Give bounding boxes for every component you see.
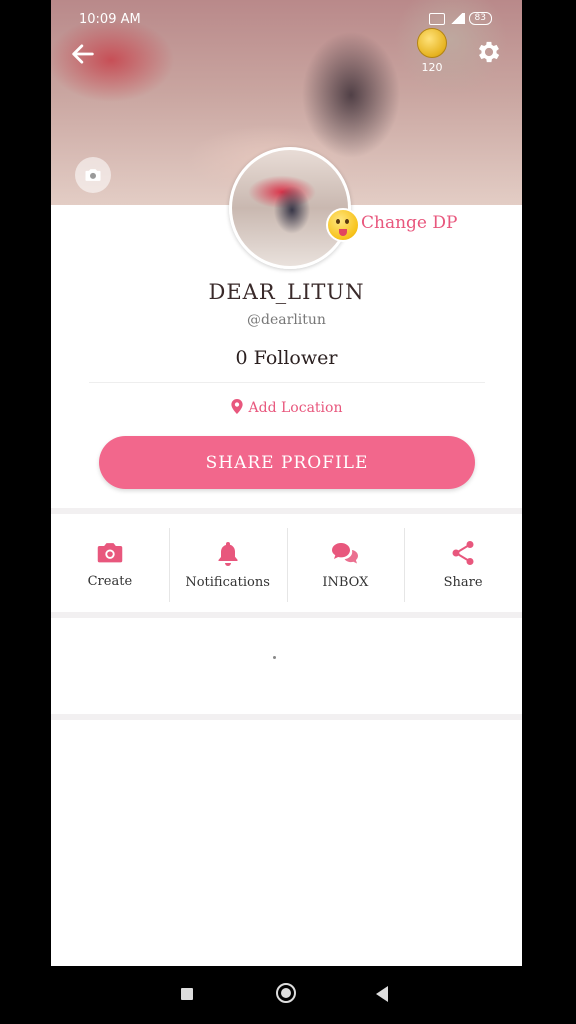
share-profile-button[interactable]: SHARE PROFILE xyxy=(99,436,475,489)
action-notifications[interactable]: Notifications xyxy=(168,526,287,604)
bell-icon xyxy=(218,542,238,566)
status-bar: 10:09 AM 83 xyxy=(51,10,522,30)
loading-indicator xyxy=(273,656,276,659)
chat-icon xyxy=(332,543,359,564)
coin-count: 120 xyxy=(421,61,443,74)
action-create[interactable]: Create xyxy=(51,526,169,604)
action-label: INBOX xyxy=(322,575,369,590)
display-name: DEAR_LITUN xyxy=(208,280,365,304)
section-divider xyxy=(51,714,522,720)
tongue-emoji-icon[interactable] xyxy=(326,208,360,242)
follower-count[interactable]: 0 Follower xyxy=(51,347,522,369)
share-icon xyxy=(452,541,474,565)
add-location-label: Add Location xyxy=(248,400,343,416)
status-time: 10:09 AM xyxy=(79,12,141,27)
nav-back-icon[interactable] xyxy=(376,986,388,1002)
cover-camera-button[interactable] xyxy=(75,157,111,193)
user-handle: @dearlitun xyxy=(247,312,326,328)
location-pin-icon xyxy=(230,399,243,414)
action-label: Share xyxy=(443,575,483,590)
status-icons: 83 xyxy=(428,12,492,25)
back-arrow-icon[interactable] xyxy=(69,40,97,68)
sim-icon xyxy=(428,12,445,25)
add-location-link[interactable]: Add Location xyxy=(51,399,522,416)
camera-icon xyxy=(85,169,101,181)
action-bar: Create Notifications INBOX Share xyxy=(51,526,522,604)
action-inbox[interactable]: INBOX xyxy=(286,526,405,604)
action-label: Create xyxy=(87,574,133,589)
action-share[interactable]: Share xyxy=(404,526,522,604)
gear-icon[interactable] xyxy=(475,38,503,66)
recents-icon[interactable] xyxy=(181,988,193,1000)
avatar[interactable] xyxy=(229,147,351,269)
signal-icon xyxy=(448,13,465,24)
battery-indicator: 83 xyxy=(468,12,492,25)
section-divider xyxy=(51,508,522,514)
divider xyxy=(89,382,485,383)
profile-screen: 10:09 AM 83 120 Change DP DEAR_LITUN @de… xyxy=(51,0,522,966)
coin-balance[interactable]: 120 xyxy=(415,28,449,74)
section-divider xyxy=(51,612,522,618)
action-label: Notifications xyxy=(185,575,270,590)
coin-icon xyxy=(417,28,447,58)
home-icon[interactable] xyxy=(276,983,296,1003)
camera-icon xyxy=(97,543,123,563)
change-dp-link[interactable]: Change DP xyxy=(361,213,457,233)
